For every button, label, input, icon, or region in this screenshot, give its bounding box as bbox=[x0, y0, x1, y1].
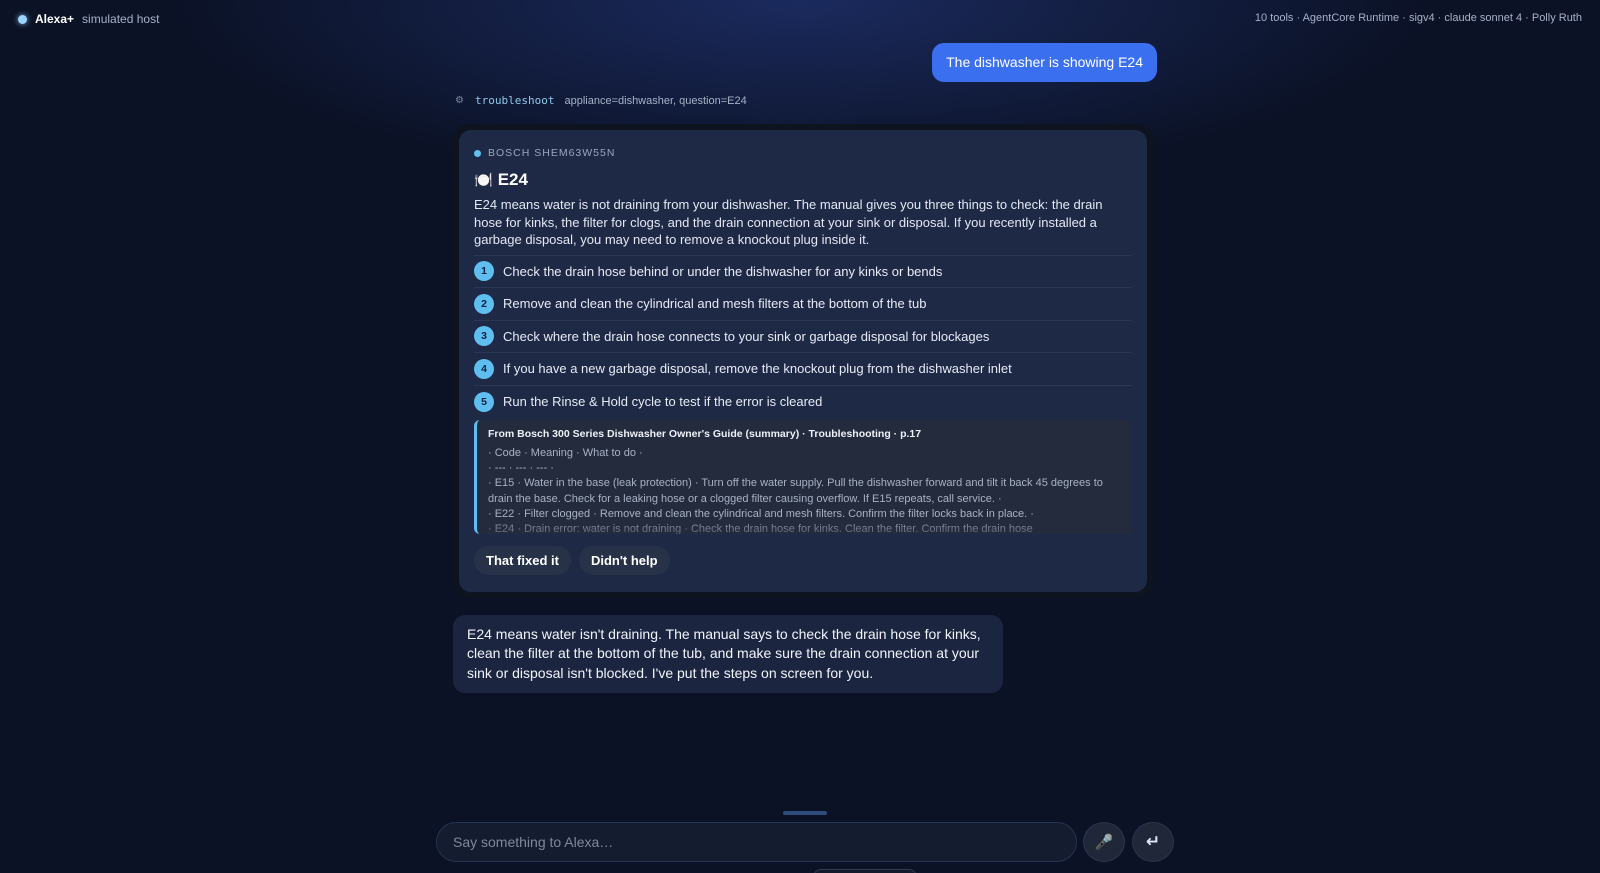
send-button[interactable]: ↵ bbox=[1132, 822, 1174, 862]
troubleshoot-card-frame: BOSCH SHEM63W55N 🍽️ E24 E24 means water … bbox=[453, 124, 1153, 598]
gear-icon: ⚙ bbox=[455, 95, 464, 106]
step-text: Check where the drain hose connects to y… bbox=[503, 328, 990, 344]
appliance-model-label: BOSCH SHEM63W55N bbox=[488, 147, 616, 159]
step-text: Check the drain hose behind or under the… bbox=[503, 263, 943, 279]
bottom-tab-peek[interactable] bbox=[813, 869, 917, 873]
tool-arguments: appliance=dishwasher, question=E24 bbox=[564, 94, 747, 107]
step-text: Remove and clean the cylindrical and mes… bbox=[503, 296, 927, 312]
step-number-badge: 4 bbox=[474, 358, 494, 379]
step-item: 3 Check where the drain hose connects to… bbox=[474, 321, 1132, 353]
runtime-info: 10 tools · AgentCore Runtime · sigv4 · c… bbox=[1254, 12, 1582, 24]
step-number-badge: 2 bbox=[474, 293, 494, 314]
tool-call-line: ⚙ troubleshoot appliance=dishwasher, que… bbox=[455, 94, 747, 107]
user-message-bubble: The dishwasher is showing E24 bbox=[932, 43, 1157, 82]
step-number-badge: 3 bbox=[474, 326, 494, 347]
status-dot-icon bbox=[18, 14, 27, 24]
manual-source-excerpt[interactable]: From Bosch 300 Series Dishwasher Owner's… bbox=[474, 420, 1132, 534]
that-fixed-it-button[interactable]: That fixed it bbox=[474, 546, 571, 575]
steps-list: 1 Check the drain hose behind or under t… bbox=[474, 256, 1132, 419]
error-code: E24 bbox=[497, 170, 528, 189]
step-item: 2 Remove and clean the cylindrical and m… bbox=[474, 288, 1132, 321]
mic-button[interactable]: 🎤 bbox=[1083, 822, 1125, 862]
scroll-indicator[interactable] bbox=[783, 811, 827, 815]
didnt-help-button[interactable]: Didn't help bbox=[578, 546, 670, 575]
appliance-model: BOSCH SHEM63W55N bbox=[474, 146, 1132, 160]
troubleshoot-card: BOSCH SHEM63W55N 🍽️ E24 E24 means water … bbox=[459, 130, 1147, 592]
plate-cutlery-icon: 🍽️ bbox=[474, 172, 493, 189]
step-item: 1 Check the drain hose behind or under t… bbox=[474, 256, 1132, 288]
step-number-badge: 5 bbox=[474, 391, 494, 412]
step-number-badge: 1 bbox=[474, 261, 494, 282]
brand-subtitle: simulated host bbox=[82, 12, 160, 26]
message-input[interactable] bbox=[436, 822, 1077, 862]
assistant-message-bubble: E24 means water isn't draining. The manu… bbox=[453, 615, 1003, 693]
source-text: · Code · Meaning · What to do · · --- · … bbox=[488, 447, 1103, 534]
model-dot-icon bbox=[474, 149, 481, 157]
error-code-title: 🍽️ E24 bbox=[474, 170, 1132, 190]
step-item: 5 Run the Rinse & Hold cycle to test if … bbox=[474, 386, 1132, 419]
brand: Alexa+ simulated host bbox=[18, 12, 159, 26]
feedback-actions: That fixed it Didn't help bbox=[474, 546, 1132, 575]
step-text: Run the Rinse & Hold cycle to test if th… bbox=[503, 394, 823, 410]
step-text: If you have a new garbage disposal, remo… bbox=[503, 361, 1012, 377]
brand-name: Alexa+ bbox=[35, 12, 75, 26]
source-title: From Bosch 300 Series Dishwasher Owner's… bbox=[488, 428, 922, 440]
top-bar: Alexa+ simulated host 10 tools · AgentCo… bbox=[0, 0, 1600, 36]
error-description: E24 means water is not draining from you… bbox=[474, 196, 1132, 256]
microphone-icon: 🎤 bbox=[1094, 834, 1114, 851]
enter-icon: ↵ bbox=[1145, 832, 1161, 851]
step-item: 4 If you have a new garbage disposal, re… bbox=[474, 353, 1132, 386]
tool-name: troubleshoot bbox=[475, 94, 555, 107]
